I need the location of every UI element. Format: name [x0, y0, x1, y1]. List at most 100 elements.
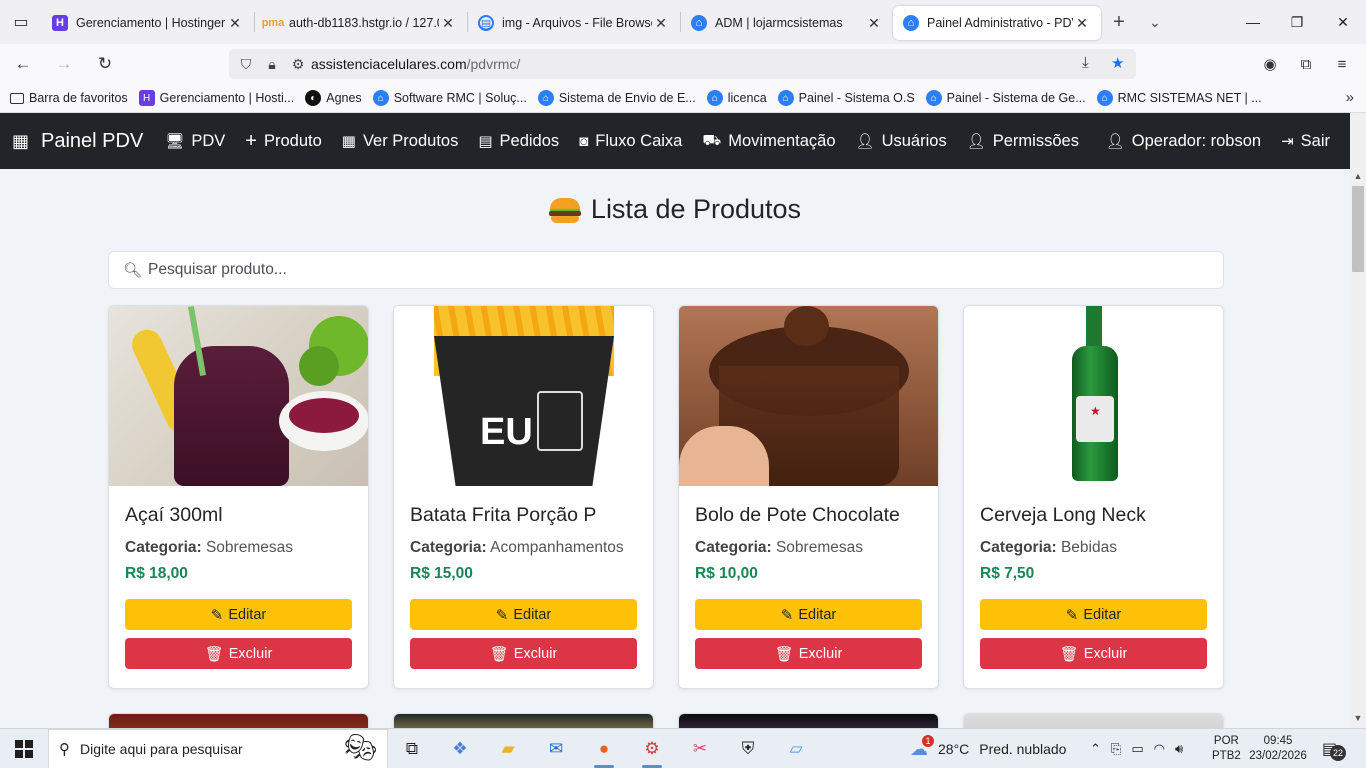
home-icon: ⌂: [1096, 90, 1113, 106]
bookmark-star-icon[interactable]: ★: [1111, 54, 1124, 72]
menu-icon[interactable]: ≡: [1330, 52, 1354, 76]
volume-icon[interactable]: 🔊︎: [1175, 741, 1183, 757]
nav-item-ver-produtos[interactable]: ▦ Ver Produtos: [342, 132, 459, 151]
delete-button[interactable]: 🗑︎ Excluir: [980, 638, 1207, 669]
bookmark-item[interactable]: ⌂ Painel - Sistema O.S: [777, 90, 915, 106]
site-settings-icon[interactable]: ⚙︎: [285, 56, 311, 73]
forward-icon[interactable]: →: [46, 48, 82, 80]
file-explorer-icon[interactable]: ▰: [484, 729, 532, 768]
restore-icon[interactable]: ❐: [1274, 0, 1320, 44]
nav-item-produto[interactable]: + Produto: [245, 130, 321, 153]
delete-button[interactable]: 🗑︎ Excluir: [125, 638, 352, 669]
nav-item-movimentacao[interactable]: ⛟ Movimentação: [702, 132, 835, 151]
bookmark-item[interactable]: Barra de favoritos: [10, 91, 128, 105]
browser-tab-active[interactable]: ⌂ Painel Administrativo - PDV ✕: [893, 6, 1101, 40]
edit-button[interactable]: ✎ Editar: [980, 599, 1207, 630]
chevron-up-icon[interactable]: ⌃: [1090, 741, 1101, 757]
wifi-icon[interactable]: ◠: [1154, 741, 1165, 757]
tab-title: img - Arquivos - File Browser: [502, 16, 652, 30]
scroll-up-icon[interactable]: ▲: [1350, 171, 1366, 181]
edit-button[interactable]: ✎ Editar: [695, 599, 922, 630]
bookmark-item[interactable]: ◐ Agnes: [305, 90, 362, 106]
usb-icon[interactable]: ⎘: [1111, 741, 1121, 757]
pencil-icon: ✎: [210, 606, 224, 624]
notifications-button[interactable]: ▤22: [1322, 729, 1346, 768]
product-name: Batata Frita Porção P: [410, 504, 597, 526]
page-scrollbar[interactable]: ▲ ▼: [1350, 113, 1366, 728]
operator-info: 👤︎ Operador: robson: [1106, 132, 1261, 151]
new-tab-button[interactable]: +: [1101, 11, 1137, 34]
clock[interactable]: 09:45 23/02/2026: [1248, 729, 1308, 768]
trash-icon: 🗑︎: [489, 645, 509, 663]
home-icon: ⌂: [537, 90, 554, 106]
weather-widget[interactable]: ☁ 1 28°C Pred. nublado: [910, 729, 1066, 768]
nav-item-pdv[interactable]: 🖥︎ PDV: [165, 132, 225, 151]
app-navbar: ▦ Painel PDV 🖥︎ PDV + Produto ▦ Ver Prod…: [0, 113, 1350, 169]
delete-button[interactable]: 🗑︎ Excluir: [695, 638, 922, 669]
copilot-icon[interactable]: ❖: [436, 729, 484, 768]
browser-tab[interactable]: ⌂ ADM | lojarmcsistemas ✕: [681, 6, 893, 40]
back-icon[interactable]: ←: [5, 48, 41, 80]
task-view-icon[interactable]: ⧉: [388, 729, 436, 768]
snipping-tool-icon[interactable]: ✂: [676, 729, 724, 768]
lock-icon[interactable]: 🔒︎: [259, 56, 285, 73]
outlook-icon[interactable]: ✉: [532, 729, 580, 768]
bookmark-item[interactable]: H Gerenciamento | Hosti...: [138, 90, 294, 106]
firefox-icon[interactable]: ●: [580, 729, 628, 768]
search-icon: ⚲: [59, 740, 70, 758]
chevron-down-icon[interactable]: ⌄: [1137, 14, 1173, 31]
browser-tab[interactable]: pma auth-db1183.hstgr.io / 127.0.0.1 ✕: [255, 6, 467, 40]
close-tab-icon[interactable]: ✕: [226, 14, 244, 32]
address-bar[interactable]: ⛉ 🔒︎ ⚙︎ assistenciacelulares.com /pdvrmc…: [229, 49, 1136, 79]
bookmark-item[interactable]: ⌂ RMC SISTEMAS NET | ...: [1096, 90, 1262, 106]
bookmark-label: Painel - Sistema O.S: [798, 91, 915, 105]
input-language[interactable]: POR PTB2: [1212, 729, 1241, 768]
product-card-partial: [108, 713, 369, 728]
browser-tab[interactable]: H Gerenciamento | Hostinger ✕: [42, 6, 254, 40]
browser-tab[interactable]: ▤ img - Arquivos - File Browser ✕: [468, 6, 680, 40]
nav-item-usuarios[interactable]: 👤︎ Usuários: [856, 132, 947, 151]
product-price: R$ 18,00: [125, 565, 188, 582]
product-image-bolo: [679, 306, 938, 486]
close-tab-icon[interactable]: ✕: [1073, 14, 1091, 32]
close-tab-icon[interactable]: ✕: [439, 14, 457, 32]
close-tab-icon[interactable]: ✕: [652, 14, 670, 32]
bookmark-item[interactable]: ⌂ Software RMC | Soluç...: [372, 90, 527, 106]
minimize-icon[interactable]: —: [1230, 0, 1276, 44]
logout-link[interactable]: ⇥ Sair: [1281, 132, 1330, 151]
scroll-down-icon[interactable]: ▼: [1350, 713, 1366, 723]
bookmark-item[interactable]: ⌂ Sistema de Envio de E...: [537, 90, 696, 106]
brand[interactable]: ▦ Painel PDV: [12, 130, 143, 153]
install-app-icon[interactable]: ⤓: [1082, 54, 1089, 71]
tab-title: auth-db1183.hstgr.io / 127.0.0.1: [289, 16, 439, 30]
extensions-icon[interactable]: ⧉: [1294, 52, 1318, 76]
delete-button[interactable]: 🗑︎ Excluir: [410, 638, 637, 669]
chevron-double-right-icon[interactable]: »: [1346, 89, 1354, 106]
battery-icon[interactable]: ▭: [1131, 741, 1143, 757]
nav-item-pedidos[interactable]: ▤ Pedidos: [478, 132, 559, 151]
app-icon[interactable]: ⚙: [628, 729, 676, 768]
nav-item-permissoes[interactable]: 👤︎ Permissões: [967, 132, 1079, 151]
taskbar-search-placeholder: Digite aqui para pesquisar: [80, 740, 243, 757]
shield-icon[interactable]: ⛉: [233, 56, 259, 73]
bookmark-item[interactable]: ⌂ Painel - Sistema de Ge...: [925, 90, 1086, 106]
account-icon[interactable]: ◉: [1258, 52, 1282, 76]
search-input[interactable]: 🔍︎ Pesquisar produto...: [108, 251, 1224, 289]
tab-list-icon[interactable]: ▭: [0, 0, 42, 44]
product-image-acai: [109, 306, 368, 486]
burger-icon: [548, 196, 581, 224]
close-tab-icon[interactable]: ✕: [865, 14, 883, 32]
reload-icon[interactable]: ↻: [87, 48, 123, 80]
lang-label: POR: [1213, 735, 1239, 747]
taskbar-search-input[interactable]: ⚲ Digite aqui para pesquisar 🎭︎: [48, 728, 388, 768]
close-window-icon[interactable]: ✕: [1320, 0, 1366, 44]
nav-item-fluxo-caixa[interactable]: ◙ Fluxo Caixa: [579, 132, 682, 151]
notepad-icon[interactable]: ▱: [772, 729, 820, 768]
edit-button[interactable]: ✎ Editar: [410, 599, 637, 630]
windows-start-icon[interactable]: [0, 729, 48, 768]
edit-button[interactable]: ✎ Editar: [125, 599, 352, 630]
bookmark-item[interactable]: ⌂ licenca: [706, 90, 767, 106]
nav-label: Permissões: [992, 131, 1079, 150]
security-shield-icon[interactable]: ⛨: [724, 729, 772, 768]
scrollbar-thumb[interactable]: [1352, 186, 1364, 272]
